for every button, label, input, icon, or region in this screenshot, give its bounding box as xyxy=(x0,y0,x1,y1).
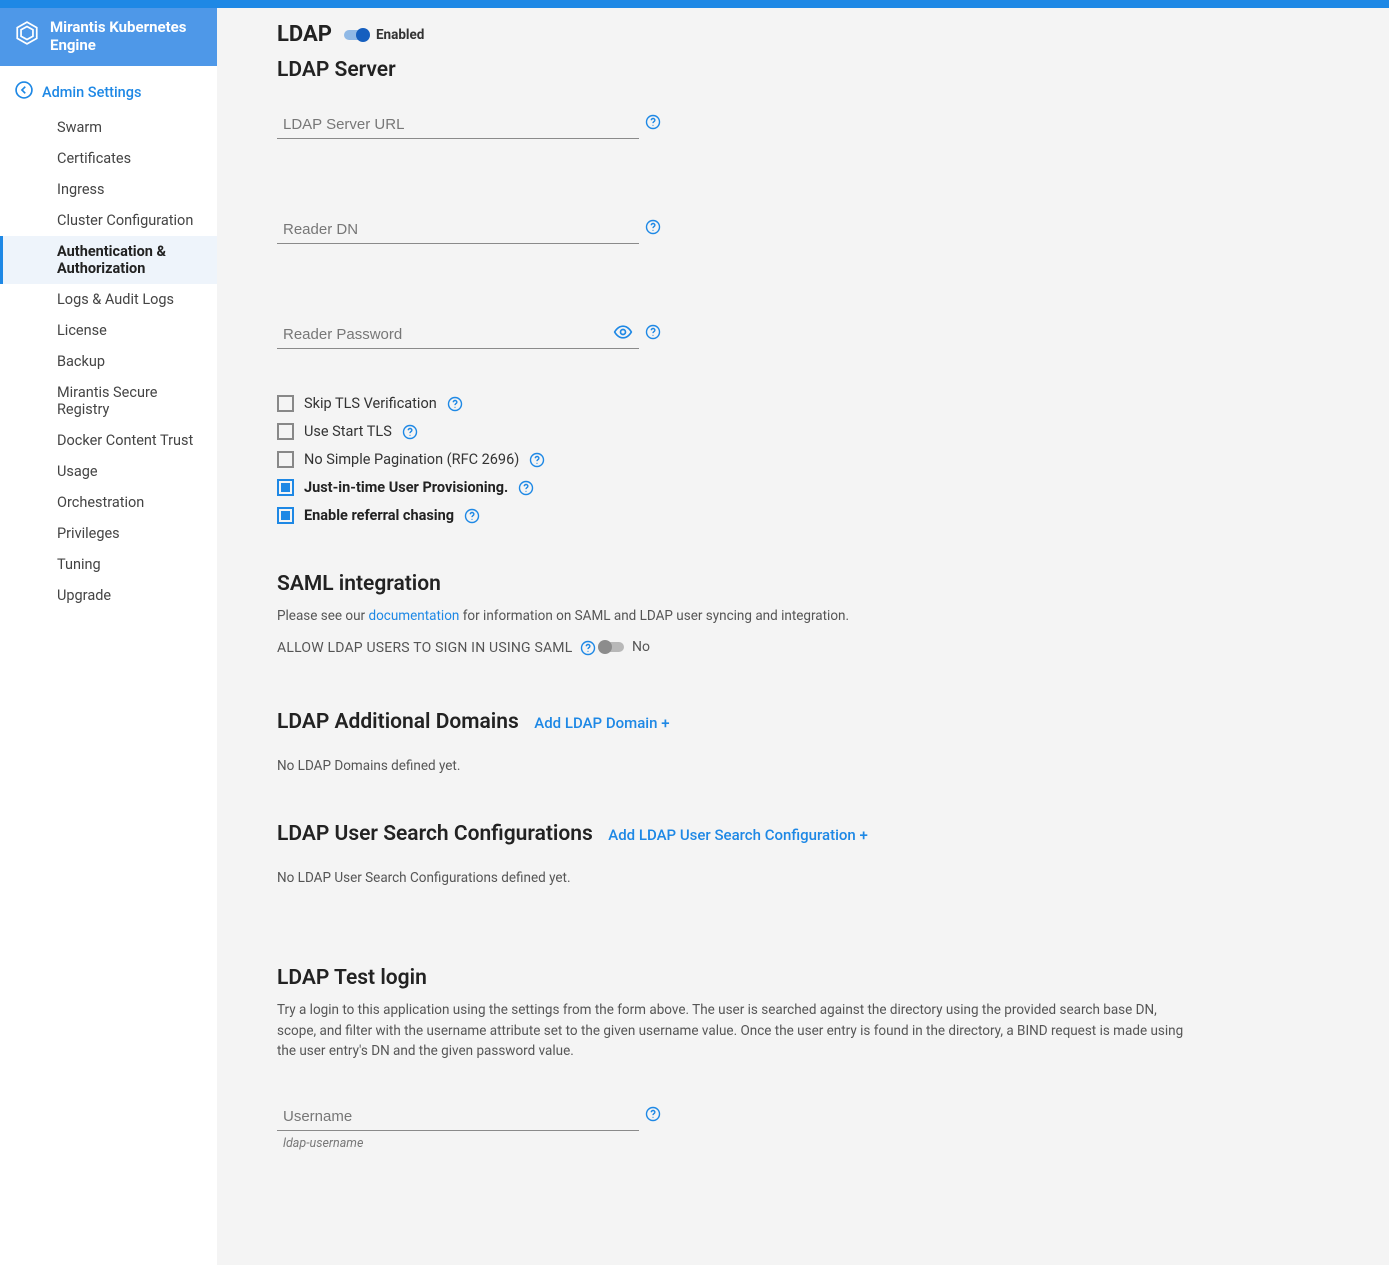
allow-saml-toggle[interactable]: No xyxy=(600,639,650,655)
sidebar-item[interactable]: Authentication & Authorization xyxy=(0,236,217,284)
help-icon[interactable] xyxy=(580,640,596,656)
reader-dn-input[interactable] xyxy=(277,215,639,244)
test-login-heading: LDAP Test login xyxy=(277,966,1353,990)
search-config-empty: No LDAP User Search Configurations defin… xyxy=(277,870,1353,886)
brand-logo-icon xyxy=(14,20,40,46)
main-content: LDAP Enabled LDAP Server xyxy=(217,8,1389,1265)
back-arrow-icon xyxy=(14,80,34,104)
test-username-input[interactable] xyxy=(277,1102,639,1131)
help-icon[interactable] xyxy=(447,396,463,412)
sidebar-item[interactable]: License xyxy=(0,315,217,346)
ldap-server-heading: LDAP Server xyxy=(277,58,1353,82)
skip-tls-label: Skip TLS Verification xyxy=(304,395,437,412)
toggle-track-icon xyxy=(600,642,624,652)
no-pagination-checkbox[interactable] xyxy=(277,451,294,468)
nav-parent-admin-settings[interactable]: Admin Settings xyxy=(0,72,217,112)
jit-provisioning-label: Just-in-time User Provisioning. xyxy=(304,479,508,496)
jit-provisioning-checkbox[interactable] xyxy=(277,479,294,496)
sidebar-item[interactable]: Tuning xyxy=(0,549,217,580)
help-icon[interactable] xyxy=(464,508,480,524)
domains-empty: No LDAP Domains defined yet. xyxy=(277,758,1353,774)
ldap-enabled-label: Enabled xyxy=(376,27,424,43)
brand-header: Mirantis Kubernetes Engine xyxy=(0,8,217,66)
skip-tls-checkbox[interactable] xyxy=(277,395,294,412)
show-password-icon[interactable] xyxy=(613,322,633,346)
sidebar-item[interactable]: Logs & Audit Logs xyxy=(0,284,217,315)
sidebar-item[interactable]: Usage xyxy=(0,456,217,487)
referral-chasing-checkbox[interactable] xyxy=(277,507,294,524)
sidebar: Mirantis Kubernetes Engine Admin Setting… xyxy=(0,8,217,1265)
help-icon[interactable] xyxy=(645,1106,661,1122)
toggle-track-icon xyxy=(344,30,368,40)
help-icon[interactable] xyxy=(529,452,545,468)
allow-saml-label: ALLOW LDAP USERS TO SIGN IN USING SAML xyxy=(277,640,572,656)
saml-heading: SAML integration xyxy=(277,572,1353,596)
sidebar-item[interactable]: Mirantis Secure Registry xyxy=(0,377,217,425)
test-login-description: Try a login to this application using th… xyxy=(277,1000,1197,1063)
saml-description: Please see our documentation for informa… xyxy=(277,606,1353,626)
ldap-heading: LDAP xyxy=(277,22,332,48)
test-username-hint: ldap-username xyxy=(277,1136,1353,1151)
sidebar-item[interactable]: Ingress xyxy=(0,174,217,205)
ldap-enabled-toggle[interactable]: Enabled xyxy=(344,27,424,43)
sidebar-item[interactable]: Docker Content Trust xyxy=(0,425,217,456)
help-icon[interactable] xyxy=(645,219,661,235)
sidebar-item[interactable]: Certificates xyxy=(0,143,217,174)
help-icon[interactable] xyxy=(645,324,661,340)
search-config-heading: LDAP User Search Configurations xyxy=(277,822,593,846)
nav-parent-label: Admin Settings xyxy=(42,84,141,101)
help-icon[interactable] xyxy=(402,424,418,440)
help-icon[interactable] xyxy=(518,480,534,496)
documentation-link[interactable]: documentation xyxy=(368,608,459,624)
sidebar-item[interactable]: Cluster Configuration xyxy=(0,205,217,236)
referral-chasing-label: Enable referral chasing xyxy=(304,507,454,524)
no-pagination-label: No Simple Pagination (RFC 2696) xyxy=(304,451,519,468)
start-tls-checkbox[interactable] xyxy=(277,423,294,440)
topbar xyxy=(0,0,1389,8)
brand-title: Mirantis Kubernetes Engine xyxy=(50,18,203,54)
help-icon[interactable] xyxy=(645,114,661,130)
ldap-server-url-input[interactable] xyxy=(277,110,639,139)
sidebar-item[interactable]: Privileges xyxy=(0,518,217,549)
sidebar-item[interactable]: Orchestration xyxy=(0,487,217,518)
sidebar-nav: Admin Settings SwarmCertificatesIngressC… xyxy=(0,66,217,611)
add-ldap-domain-link[interactable]: Add LDAP Domain + xyxy=(534,714,669,732)
start-tls-label: Use Start TLS xyxy=(304,423,392,440)
add-search-config-link[interactable]: Add LDAP User Search Configuration + xyxy=(608,826,868,844)
domains-heading: LDAP Additional Domains xyxy=(277,710,519,734)
allow-saml-no-label: No xyxy=(632,639,650,655)
reader-password-input[interactable] xyxy=(277,320,639,349)
sidebar-item[interactable]: Upgrade xyxy=(0,580,217,611)
sidebar-item[interactable]: Backup xyxy=(0,346,217,377)
sidebar-item[interactable]: Swarm xyxy=(0,112,217,143)
